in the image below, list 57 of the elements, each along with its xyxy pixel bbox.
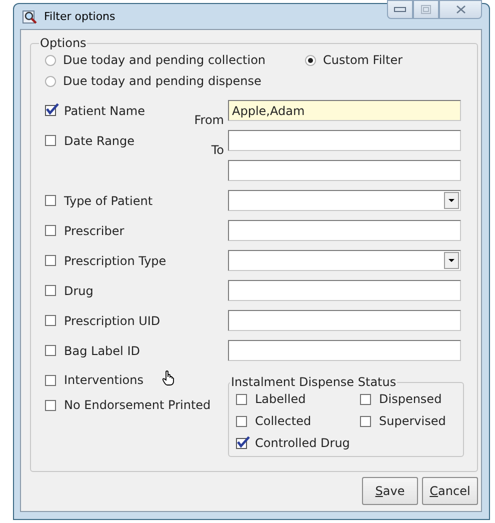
checkbox-label: Dispensed [379,392,442,406]
checkbox-label: Collected [255,414,312,428]
checkbox[interactable] [360,416,371,426]
checkbox-label: Labelled [255,392,306,406]
field-label: From [194,113,224,127]
checkbox[interactable] [45,345,56,356]
input-field[interactable] [228,220,461,241]
checkbox-label: Drug [64,284,94,298]
checkbox-label: Patient Name [64,104,145,118]
checkbox[interactable] [45,225,56,236]
checkbox[interactable] [45,315,56,326]
checkbox[interactable] [236,416,247,426]
checkbox-label: Prescription Type [64,254,166,268]
dialog-button[interactable]: Cancel [422,477,478,505]
checkbox-label: Bag Label ID [64,344,140,358]
checkbox[interactable] [236,438,247,448]
radio-label: Due today and pending dispense [63,74,262,88]
checkbox-label: Interventions [64,373,144,387]
checkbox-label: Prescription UID [64,314,160,328]
close-icon[interactable] [456,5,466,14]
radio-button[interactable] [45,76,56,86]
input-field[interactable] [228,130,461,151]
checkbox[interactable] [45,195,56,206]
window-title: Filter options [44,10,116,23]
field-label: To [211,143,224,157]
radio-button[interactable] [45,54,56,66]
input-field[interactable] [228,280,461,301]
checkbox-label: No Endorsement Printed [64,398,211,412]
input-field[interactable] [228,340,461,361]
checkbox[interactable] [236,394,247,404]
close-button[interactable] [439,0,482,19]
checkbox-label: Supervised [379,414,446,428]
minimize-icon[interactable] [394,6,406,12]
checkbox[interactable] [45,105,56,116]
input-field[interactable]: Apple,Adam [228,100,461,121]
magnifier-icon [22,8,38,24]
dropdown[interactable] [228,190,461,211]
checkbox-label: Prescriber [64,224,124,238]
radio-label: Custom Filter [323,53,403,67]
input-field[interactable] [228,310,461,331]
checkbox[interactable] [360,394,371,404]
checkbox[interactable] [45,255,56,266]
checkbox-label: Date Range [64,134,135,148]
checkbox[interactable] [45,374,56,386]
checkbox[interactable] [45,135,56,146]
radio-button[interactable] [305,54,316,66]
checkbox-label: Type of Patient [64,194,153,208]
radio-label: Due today and pending collection [63,53,266,67]
minimize-button[interactable] [387,0,413,19]
dialog-button[interactable]: Save [362,477,418,505]
dropdown[interactable] [228,250,461,271]
checkbox-label: Controlled Drug [255,436,350,450]
checkbox[interactable] [45,400,56,410]
checkbox[interactable] [45,285,56,296]
input-field[interactable] [228,160,461,181]
group-title: Instalment Dispense Status [230,375,398,389]
group-title: Options [39,36,88,50]
